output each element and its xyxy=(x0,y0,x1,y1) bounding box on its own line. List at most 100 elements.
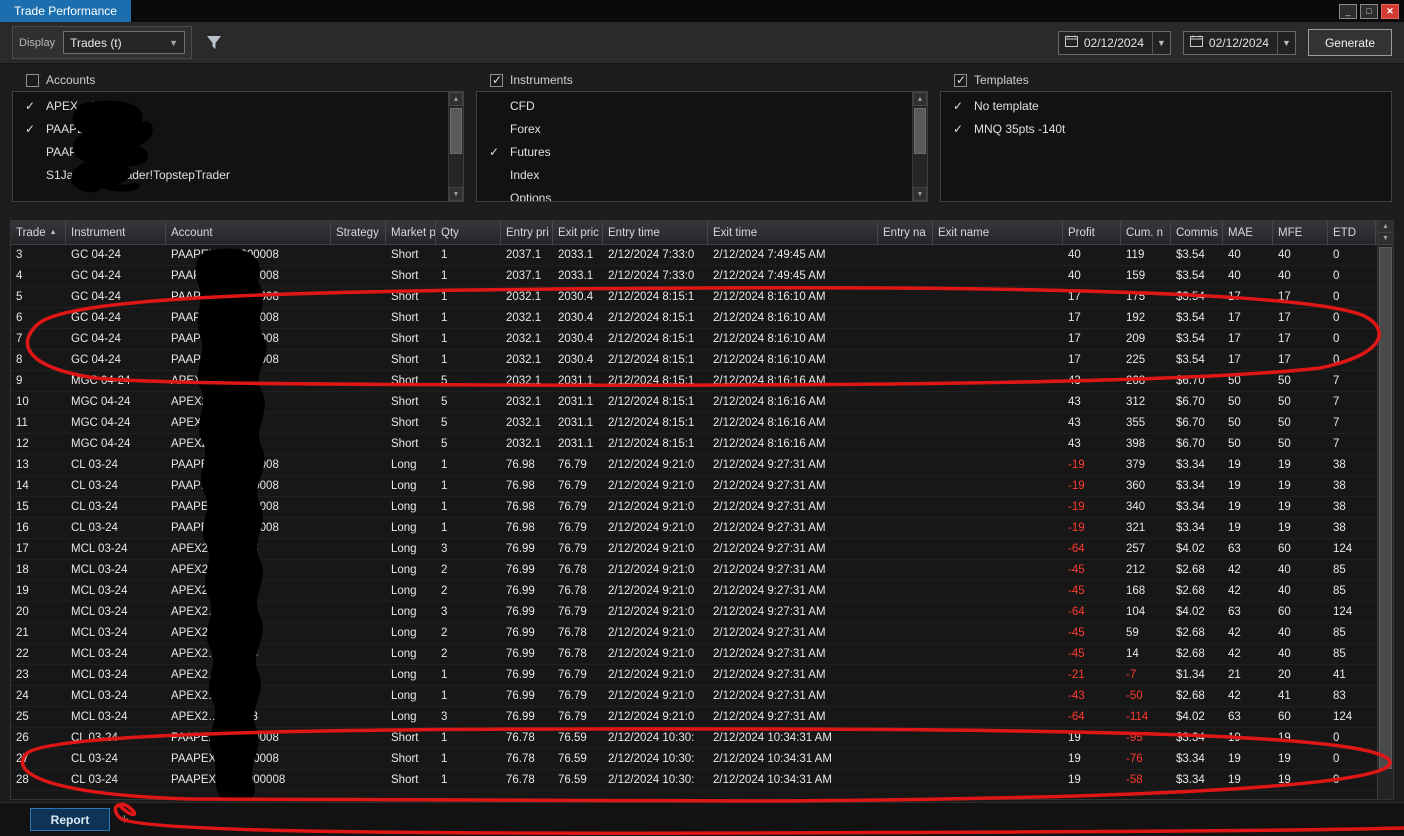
table-row[interactable]: 7 GC 04-24 PAAPEX…30000008 Short 1 2032.1 2030… xyxy=(11,329,1377,350)
table-cell: 21 xyxy=(1228,669,1241,681)
table-row[interactable]: 25 MCL 03-24 APEX2…000093 Long 3 76.99 76.79 2/… xyxy=(11,707,1377,728)
column-header[interactable]: Trade ▲ xyxy=(11,221,66,244)
column-header[interactable]: Exit pric xyxy=(553,221,603,244)
date-to-picker[interactable]: 02/12/2024 ▼ xyxy=(1182,30,1296,55)
scroll-down-icon[interactable]: ▼ xyxy=(913,187,927,201)
table-cell: 2032.1 xyxy=(506,375,542,387)
table-row[interactable]: 3 GC 04-24 PAAPEX…30000008 Short 1 2037.1 2033… xyxy=(11,245,1377,266)
display-dropdown[interactable]: Trades (t) ▼ xyxy=(63,31,186,54)
chevron-down-icon[interactable]: ▼ xyxy=(1151,31,1170,54)
table-cell: 40 xyxy=(1278,585,1291,597)
column-header[interactable]: Qty xyxy=(436,221,501,244)
column-header[interactable]: Entry pri xyxy=(501,221,553,244)
table-cell: -45 xyxy=(1068,585,1085,597)
table-row[interactable]: 21 MCL 03-24 APEX2…000093 Long 2 76.99 76.78 2/… xyxy=(11,623,1377,644)
column-header[interactable]: Commis xyxy=(1171,221,1223,244)
scrollbar-thumb[interactable] xyxy=(450,108,462,154)
list-item[interactable]: Forex xyxy=(477,117,927,140)
table-cell: Short xyxy=(391,774,419,786)
table-cell: 2/12/2024 9:27:31 AM xyxy=(713,501,826,513)
table-row[interactable]: 26 CL 03-24 PAAPEX…30000008 Short 1 76.78 76.5… xyxy=(11,728,1377,749)
accounts-checkbox[interactable] xyxy=(26,73,39,87)
table-cell: APEX2…000093 xyxy=(171,438,258,450)
accounts-scrollbar[interactable]: ▲ ▼ xyxy=(448,92,463,201)
table-row[interactable]: 14 CL 03-24 PAAPEX…30000008 Long 1 76.98 76.79… xyxy=(11,476,1377,497)
table-cell xyxy=(878,413,933,433)
column-header[interactable]: Instrument xyxy=(66,221,166,244)
list-item[interactable]: ✓ APEX…00093 xyxy=(13,94,463,117)
table-row[interactable]: 6 GC 04-24 PAAPEX…30000008 Short 1 2032.1 2030… xyxy=(11,308,1377,329)
scroll-up-icon[interactable]: ▲ xyxy=(449,92,463,106)
table-row[interactable]: 23 MCL 03-24 APEX2…000093 Long 1 76.99 76.79 2/… xyxy=(11,665,1377,686)
table-row[interactable]: 4 GC 04-24 PAAPEX…30000008 Short 1 2037.1 2033… xyxy=(11,266,1377,287)
table-row[interactable]: 22 MCL 03-24 APEX2…000093 Long 2 76.99 76.78 2/… xyxy=(11,644,1377,665)
scroll-down-icon[interactable]: ▼ xyxy=(1378,233,1393,245)
tab-report[interactable]: Report xyxy=(30,808,110,831)
column-header-label: ETD xyxy=(1333,226,1356,239)
column-header[interactable]: Account xyxy=(166,221,331,244)
close-button[interactable]: ✕ xyxy=(1381,3,1399,19)
table-row[interactable]: 27 CL 03-24 PAAPEX…30000008 Short 1 76.78 76.5… xyxy=(11,749,1377,770)
table-cell: MCL 03-24 xyxy=(71,711,128,723)
list-item[interactable]: ✓ Futures xyxy=(477,140,927,163)
chevron-down-icon[interactable]: ▼ xyxy=(1276,31,1295,54)
list-item[interactable]: CFD xyxy=(477,94,927,117)
filter-icon[interactable] xyxy=(206,35,222,50)
table-cell: 1 xyxy=(441,270,448,282)
column-header[interactable]: Profit xyxy=(1063,221,1121,244)
table-cell xyxy=(331,308,386,328)
column-header[interactable]: Entry time xyxy=(603,221,708,244)
column-header[interactable]: Cum. n xyxy=(1121,221,1171,244)
table-cell: 28 xyxy=(16,774,29,786)
table-row[interactable]: 18 MCL 03-24 APEX2…000093 Long 2 76.99 76.78 2/… xyxy=(11,560,1377,581)
table-row[interactable]: 11 MGC 04-24 APEX2…000093 Short 5 2032.1 2031.… xyxy=(11,413,1377,434)
table-row[interactable]: 17 MCL 03-24 APEX2…000093 Long 3 76.99 76.79 2/… xyxy=(11,539,1377,560)
list-item[interactable]: ✓ No template xyxy=(941,94,1391,117)
minimize-button[interactable]: _ xyxy=(1339,3,1357,19)
table-row[interactable]: 24 MCL 03-24 APEX2…000093 Long 1 76.99 76.79 2/… xyxy=(11,686,1377,707)
table-row[interactable]: 10 MGC 04-24 APEX2…000093 Short 5 2032.1 2031.… xyxy=(11,392,1377,413)
column-header[interactable]: Market p xyxy=(386,221,436,244)
scroll-up-icon[interactable]: ▲ xyxy=(913,92,927,106)
table-cell xyxy=(933,329,1063,349)
table-body: 3 GC 04-24 PAAPEX…30000008 Short 1 2037.1 2033… xyxy=(11,245,1377,799)
column-header[interactable]: ETD xyxy=(1328,221,1376,244)
scrollbar-thumb[interactable] xyxy=(1379,247,1392,769)
table-row[interactable]: 15 CL 03-24 PAAPEX…30000008 Long 1 76.98 76.79… xyxy=(11,497,1377,518)
table-row[interactable]: 5 GC 04-24 PAAPEX…30000008 Short 1 2032.1 2030… xyxy=(11,287,1377,308)
table-cell xyxy=(878,287,933,307)
list-item[interactable]: S1Jan…stepTrader!TopstepTrader xyxy=(13,163,463,186)
list-item[interactable]: PAAPEX…000009 xyxy=(13,140,463,163)
scroll-down-icon[interactable]: ▼ xyxy=(449,187,463,201)
table-row[interactable]: 16 CL 03-24 PAAPEX…30000008 Long 1 76.98 76.79… xyxy=(11,518,1377,539)
table-row[interactable]: 12 MGC 04-24 APEX2…000093 Short 5 2032.1 2031.… xyxy=(11,434,1377,455)
instruments-checkbox[interactable] xyxy=(490,73,503,87)
column-header[interactable]: Exit name xyxy=(933,221,1063,244)
add-tab-button[interactable]: + xyxy=(120,812,129,827)
table-row[interactable]: 13 CL 03-24 PAAPEX…30000008 Long 1 76.98 76.79… xyxy=(11,455,1377,476)
table-row[interactable]: 8 GC 04-24 PAAPEX…30000008 Short 1 2032.1 2030… xyxy=(11,350,1377,371)
maximize-button[interactable]: □ xyxy=(1360,3,1378,19)
date-from-picker[interactable]: 02/12/2024 ▼ xyxy=(1057,30,1171,55)
table-row[interactable]: 20 MCL 03-24 APEX2…000093 Long 3 76.99 76.79 2/… xyxy=(11,602,1377,623)
list-item[interactable]: Index xyxy=(477,163,927,186)
scrollbar-thumb[interactable] xyxy=(914,108,926,154)
scroll-up-icon[interactable]: ▲ xyxy=(1378,221,1393,233)
table-row[interactable]: 9 MGC 04-24 APEX2…000093 Short 5 2032.1 2031.1… xyxy=(11,371,1377,392)
column-header[interactable]: Entry na xyxy=(878,221,933,244)
templates-checkbox[interactable] xyxy=(954,73,967,87)
table-cell xyxy=(878,434,933,454)
table-row[interactable]: 19 MCL 03-24 APEX2…000093 Long 2 76.99 76.78 2/… xyxy=(11,581,1377,602)
table-cell: 40 xyxy=(1228,249,1241,261)
instruments-scrollbar[interactable]: ▲ ▼ xyxy=(912,92,927,201)
column-header[interactable]: MFE xyxy=(1273,221,1328,244)
column-header[interactable]: Exit time xyxy=(708,221,878,244)
column-header[interactable]: MAE xyxy=(1223,221,1273,244)
table-row[interactable]: 28 CL 03-24 PAAPEX…430000008 Short 1 76.78 76.… xyxy=(11,770,1377,791)
generate-button[interactable]: Generate xyxy=(1307,29,1392,56)
column-header[interactable]: Strategy xyxy=(331,221,386,244)
table-scrollbar[interactable]: ▲ ▼ xyxy=(1377,221,1393,799)
list-item[interactable]: Options xyxy=(477,186,927,202)
list-item[interactable]: ✓ PAAPEX…00008 xyxy=(13,117,463,140)
list-item[interactable]: ✓ MNQ 35pts -140t xyxy=(941,117,1391,140)
